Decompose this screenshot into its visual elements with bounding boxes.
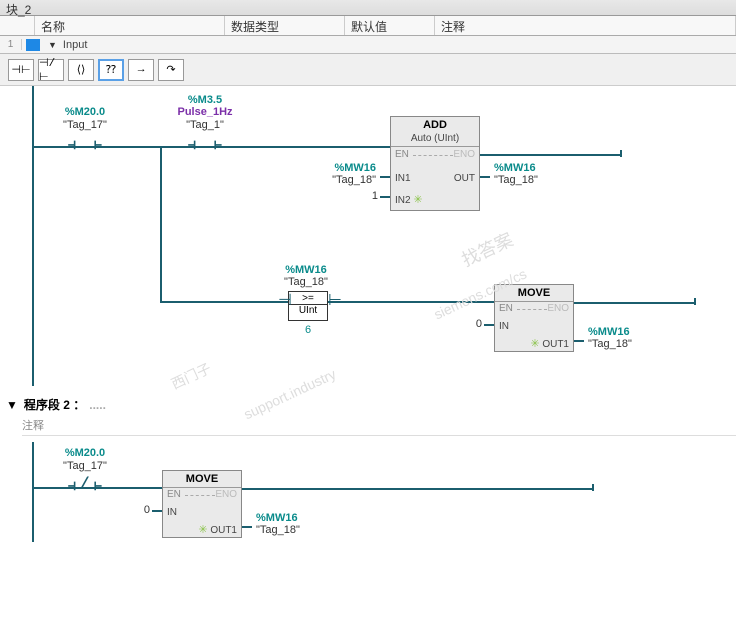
branch-button[interactable]: → — [128, 59, 154, 81]
col-name: 名称 — [35, 16, 225, 35]
pin-in: IN — [167, 507, 177, 518]
compare-op: >= — [289, 293, 327, 305]
pin-in: IN — [499, 321, 509, 332]
row-index: 1 — [0, 39, 22, 50]
input-section-label: Input — [61, 39, 87, 51]
block-title: ADD — [391, 117, 479, 133]
pin-eno: ENO — [215, 489, 237, 500]
network-comment-2[interactable]: 注释 — [22, 415, 736, 436]
add-in2-constant[interactable]: 1 — [364, 190, 378, 202]
contact-tag: "Tag_17" — [35, 119, 135, 131]
branch-close-button[interactable]: ↷ — [158, 59, 184, 81]
spark-icon: ✳ — [530, 338, 539, 350]
add-in1-operand[interactable]: %MW16 "Tag_18" — [300, 162, 376, 186]
contact-symbol: Pulse_1Hz — [155, 106, 255, 118]
move1-out-operand[interactable]: %MW16 "Tag_18" — [588, 326, 668, 350]
window-title: 块_2 — [0, 0, 736, 16]
nc-contact-button[interactable]: ⊣/⊢ — [38, 59, 64, 81]
pin-eno: ENO — [547, 303, 569, 314]
col-dtype: 数据类型 — [225, 16, 345, 35]
pin-in1: IN1 — [395, 173, 411, 184]
contact-address: %M20.0 — [35, 106, 135, 118]
col-comment: 注释 — [435, 16, 736, 35]
block-title: MOVE — [163, 471, 241, 488]
no-contact-pulse1hz[interactable]: ⊣⊢ %M3.5 Pulse_1Hz "Tag_1" — [180, 134, 230, 156]
ladder-toolbar: ⊣⊢ ⊣/⊢ ⟨⟩ ⁇ → ↷ — [0, 54, 736, 86]
canvas[interactable]: ⊣⊢ %M20.0 "Tag_17" ⊣⊢ %M3.5 Pulse_1Hz "T… — [0, 86, 736, 626]
move1-in-constant[interactable]: 0 — [470, 318, 482, 330]
spark-icon: ✳ — [198, 524, 207, 536]
wire — [160, 146, 162, 301]
no-contact-tag17[interactable]: ⊣⊢ %M20.0 "Tag_17" — [60, 134, 110, 156]
add-block[interactable]: ADD Auto (UInt) EN ENO IN1 IN2 ✳ OUT — [390, 116, 480, 211]
pin-en: EN — [499, 303, 513, 314]
move2-out-operand[interactable]: %MW16 "Tag_18" — [256, 512, 336, 536]
power-rail — [32, 442, 34, 542]
collapse-icon[interactable]: ▼ — [6, 398, 18, 412]
contact-tag: "Tag_17" — [35, 460, 135, 472]
interface-row[interactable]: 1 ▼ Input — [0, 36, 736, 54]
move2-in-constant[interactable]: 0 — [138, 504, 150, 516]
expand-icon[interactable]: ▼ — [44, 40, 61, 50]
contact-tag: "Tag_1" — [155, 119, 255, 131]
pin-en: EN — [395, 149, 409, 160]
pin-eno: ENO — [453, 149, 475, 160]
network-title-2[interactable]: ▼ 程序段 2 ：..... — [6, 396, 736, 413]
empty-box-button[interactable]: ⁇ — [98, 59, 124, 81]
compare-val[interactable]: 6 — [289, 324, 327, 336]
pin-out1: ✳ OUT1 — [198, 523, 237, 536]
move-block-1[interactable]: MOVE EN ENO IN ✳ OUT1 — [494, 284, 574, 352]
block-title: MOVE — [495, 285, 573, 302]
compare-type: UInt — [289, 305, 327, 316]
column-headers: 名称 数据类型 默认值 注释 — [0, 16, 736, 36]
move-block-2[interactable]: MOVE EN ENO IN ✳ OUT1 — [162, 470, 242, 538]
pin-out: OUT — [454, 173, 475, 184]
coil-button[interactable]: ⟨⟩ — [68, 59, 94, 81]
nc-contact-tag17[interactable]: ⊣ / ⊢ %M20.0 "Tag_17" — [60, 475, 110, 497]
param-icon — [26, 39, 40, 51]
spark-icon: ✳ — [413, 194, 422, 206]
pin-in2: IN2 ✳ — [395, 193, 423, 206]
no-contact-button[interactable]: ⊣⊢ — [8, 59, 34, 81]
pin-out1: ✳ OUT1 — [530, 337, 569, 350]
contact-address: %M3.5 — [155, 94, 255, 106]
wire — [480, 154, 620, 156]
compare-ge-block[interactable]: >= UInt 6 — [288, 291, 328, 321]
power-rail — [32, 86, 34, 386]
add-out-operand[interactable]: %MW16 "Tag_18" — [494, 162, 574, 186]
pin-en: EN — [167, 489, 181, 500]
contact-address: %M20.0 — [35, 447, 135, 459]
compare-operand[interactable]: %MW16 "Tag_18" — [266, 264, 346, 288]
col-default: 默认值 — [345, 16, 435, 35]
block-datatype: Auto (UInt) — [391, 133, 479, 147]
